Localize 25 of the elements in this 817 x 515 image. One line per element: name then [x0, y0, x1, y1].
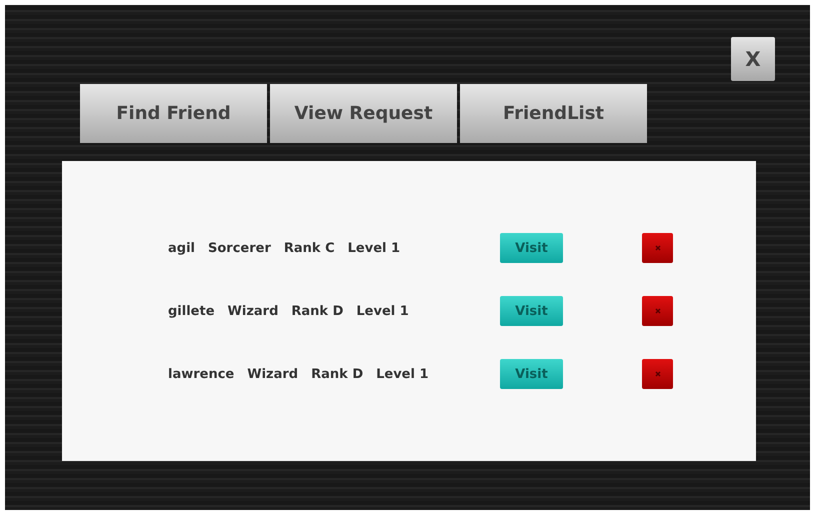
- friend-class: Wizard: [247, 366, 298, 382]
- remove-button[interactable]: [642, 359, 673, 389]
- friend-level: Level 1: [376, 366, 429, 382]
- remove-icon: [654, 245, 660, 251]
- tab[interactable]: Find Friend: [80, 84, 267, 143]
- visit-button[interactable]: Visit: [500, 296, 563, 326]
- friend-class: Sorcerer: [208, 240, 271, 256]
- close-button[interactable]: X: [731, 37, 775, 81]
- visit-button[interactable]: Visit: [500, 233, 563, 263]
- remove-icon: [654, 308, 660, 314]
- tab[interactable]: FriendList: [460, 84, 647, 143]
- visit-button[interactable]: Visit: [500, 359, 563, 389]
- friend-name: gillete: [168, 304, 215, 318]
- friend-rank: Rank D: [291, 304, 344, 318]
- friend-name: lawrence: [168, 366, 234, 382]
- friend-level: Level 1: [356, 304, 409, 318]
- remove-icon: [654, 371, 660, 377]
- tab[interactable]: View Request: [270, 84, 457, 143]
- friend-rank: Rank D: [311, 366, 364, 382]
- friend-class: Wizard: [228, 304, 278, 318]
- friend-name: agil: [168, 240, 195, 256]
- remove-button[interactable]: [642, 233, 673, 263]
- friend-rank: Rank C: [284, 240, 335, 256]
- friend-level: Level 1: [348, 240, 400, 256]
- remove-button[interactable]: [642, 296, 673, 326]
